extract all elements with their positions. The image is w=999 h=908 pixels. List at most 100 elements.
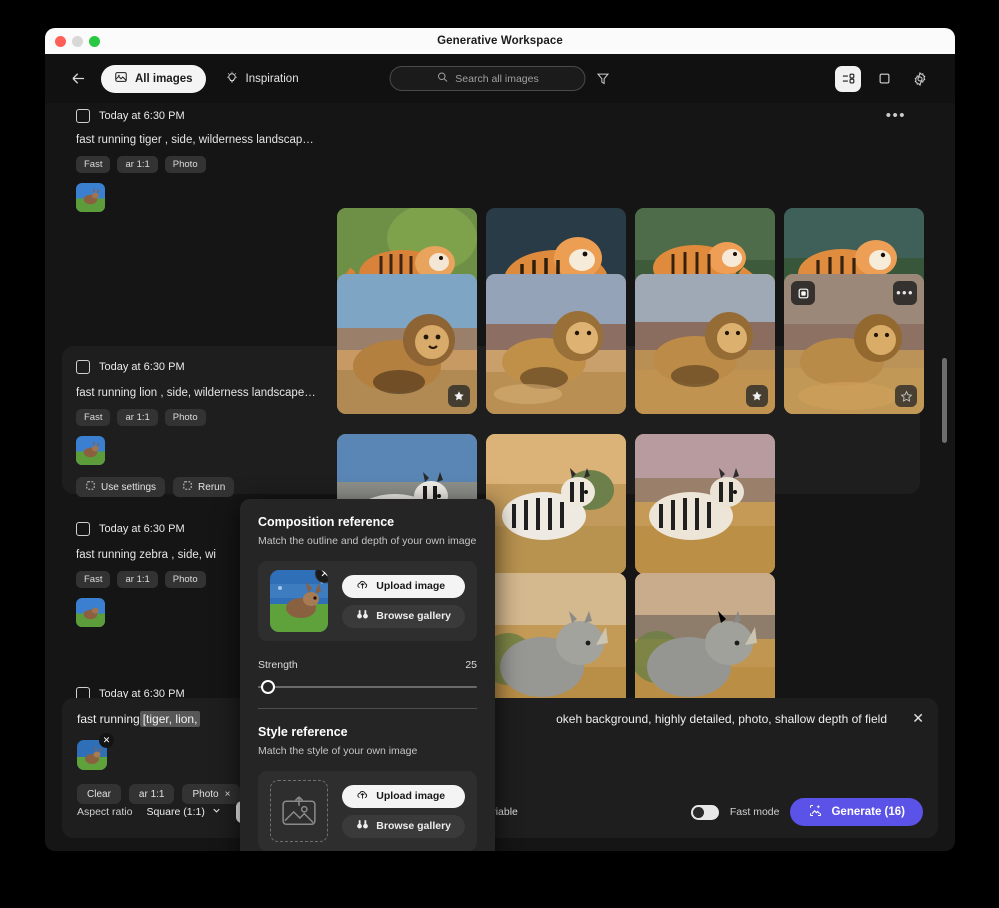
prompt-prefix: fast running (77, 712, 140, 726)
composition-dropzone[interactable]: ✕ Upload image Browse gallery (258, 561, 477, 641)
composition-reference-subtitle: Match the outline and depth of your own … (258, 535, 477, 547)
card-select-checkbox[interactable] (76, 522, 90, 536)
card-reference-thumbnail[interactable] (76, 598, 105, 627)
strength-slider-track (258, 686, 477, 688)
card-reference-thumbnail[interactable] (76, 436, 105, 465)
chip-photo[interactable]: Photo (164, 571, 206, 588)
style-browse-label: Browse gallery (376, 820, 451, 832)
card-reference-thumbnail[interactable] (76, 183, 105, 212)
search-input[interactable]: Search all images (389, 66, 586, 91)
strength-row: Strength 25 (258, 659, 477, 671)
rerun-label: Rerun (198, 481, 226, 493)
chevron-down-icon (211, 805, 222, 819)
rerun-dashed-icon (182, 480, 193, 494)
card-select-checkbox[interactable] (76, 360, 90, 374)
card-chips: Fast ar 1:1 Photo (76, 156, 906, 173)
tab-all-images-label: All images (135, 72, 193, 85)
use-settings-button[interactable]: Use settings (76, 477, 166, 497)
chip-photo[interactable]: Photo (164, 409, 206, 426)
binoculars-icon (356, 608, 369, 624)
minimize-window-button[interactable] (72, 36, 83, 47)
list-view-icon[interactable] (835, 65, 861, 92)
strength-label: Strength (258, 659, 298, 671)
lightbulb-icon (225, 70, 239, 87)
composition-upload-image-button[interactable]: Upload image (342, 574, 465, 598)
binoculars-icon (356, 818, 369, 834)
tab-all-images[interactable]: All images (101, 64, 206, 93)
card-date: Today at 6:30 PM (99, 523, 185, 535)
chip-aspect[interactable]: ar 1:1 (117, 409, 158, 426)
composer-right-controls: Fast mode Generate (16) (690, 798, 923, 826)
composer-reference-thumbnail[interactable]: ✕ (77, 733, 114, 770)
prompt-variable-token[interactable]: [tiger, lion, (139, 711, 201, 727)
composition-browse-gallery-button[interactable]: Browse gallery (342, 604, 465, 628)
image-tile[interactable] (635, 573, 775, 713)
gear-icon[interactable] (907, 66, 933, 92)
style-upload-image-button[interactable]: Upload image (342, 784, 465, 808)
close-icon[interactable]: ✕ (912, 710, 924, 727)
image-tile[interactable] (486, 434, 626, 574)
image-tile[interactable] (635, 434, 775, 574)
vertical-scrollbar[interactable] (942, 358, 947, 443)
window-title: Generative Workspace (437, 35, 563, 47)
image-tile[interactable] (337, 274, 477, 414)
rerun-button[interactable]: Rerun (173, 477, 235, 497)
aspect-ratio-label: Aspect ratio (77, 806, 133, 818)
aspect-ratio-select[interactable]: Square (1:1) (146, 805, 221, 819)
style-dropzone[interactable]: Upload image Browse gallery (258, 771, 477, 851)
card-select-checkbox[interactable] (76, 109, 90, 123)
composition-reference-thumbnail[interactable]: ✕ (270, 570, 329, 632)
style-image-placeholder-icon[interactable] (270, 780, 329, 842)
chip-aspect[interactable]: ar 1:1 (117, 156, 158, 173)
image-tile[interactable] (486, 274, 626, 414)
composition-browse-label: Browse gallery (376, 610, 451, 622)
sparkle-image-icon (808, 803, 823, 821)
filter-icon[interactable] (596, 71, 611, 86)
style-browse-gallery-button[interactable]: Browse gallery (342, 814, 465, 838)
square-view-icon[interactable] (871, 66, 897, 92)
upload-cloud-icon (356, 788, 369, 804)
prompt-suffix: okeh background, highly detailed, photo,… (556, 712, 887, 726)
strength-slider-knob[interactable] (261, 680, 275, 694)
chip-photo[interactable]: Photo (164, 156, 206, 173)
reference-popover: Composition reference Match the outline … (240, 499, 495, 851)
close-window-button[interactable] (55, 36, 66, 47)
toolbar-right-icons (835, 65, 933, 92)
maximize-window-button[interactable] (89, 36, 100, 47)
style-reference-subtitle: Match the style of your own image (258, 745, 418, 757)
chip-fast[interactable]: Fast (76, 409, 111, 426)
style-reference-title: Style reference (258, 725, 348, 739)
settings-dashed-icon (85, 480, 96, 494)
content-area: Today at 6:30 PM ••• fast running tiger … (45, 103, 955, 851)
chip-aspect[interactable]: ar 1:1 (117, 571, 158, 588)
image-tile[interactable] (486, 573, 626, 713)
favorite-star-outline-icon[interactable] (895, 385, 917, 407)
chip-fast[interactable]: Fast (76, 571, 111, 588)
favorite-star-icon[interactable] (746, 385, 768, 407)
back-arrow-icon[interactable] (67, 68, 89, 90)
image-grid-lion: ••• (337, 274, 924, 414)
strength-slider[interactable] (258, 680, 477, 694)
prompt-text[interactable]: fast running [tiger, lion, okeh backgrou… (77, 711, 923, 727)
upload-cloud-icon (356, 578, 369, 594)
favorite-star-icon[interactable] (448, 385, 470, 407)
aspect-ratio-value: Square (1:1) (146, 806, 205, 818)
card-date: Today at 6:30 PM (99, 110, 185, 122)
title-bar: Generative Workspace (45, 28, 955, 54)
window-controls[interactable] (55, 36, 100, 47)
remove-composer-reference-icon[interactable]: ✕ (99, 733, 114, 748)
image-tile[interactable] (635, 274, 775, 414)
tile-select-checkbox[interactable] (791, 281, 815, 305)
card-more-options-icon[interactable]: ••• (886, 108, 906, 123)
app-toolbar: All images Inspiration Search all images (45, 54, 955, 103)
tab-inspiration[interactable]: Inspiration (212, 65, 312, 93)
image-tile-selected[interactable]: ••• (784, 274, 924, 414)
generate-button[interactable]: Generate (16) (790, 798, 923, 826)
fast-mode-toggle[interactable] (690, 804, 719, 820)
composition-upload-label: Upload image (376, 580, 446, 592)
search-icon (436, 71, 448, 86)
strength-value: 25 (465, 659, 477, 671)
chip-fast[interactable]: Fast (76, 156, 111, 173)
card-prompt: fast running tiger , side, wilderness la… (76, 134, 314, 146)
tile-more-options-icon[interactable]: ••• (893, 281, 917, 305)
